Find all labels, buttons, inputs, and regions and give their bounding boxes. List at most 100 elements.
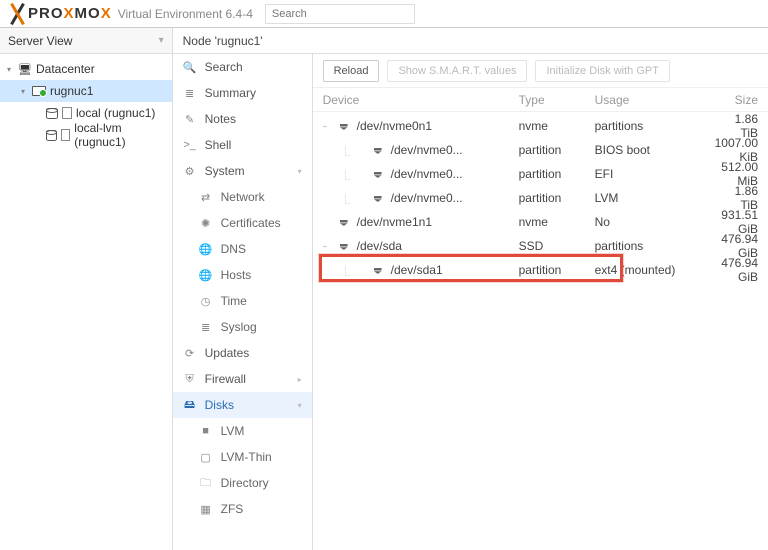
nav-syslog[interactable]: ≣Syslog: [173, 314, 312, 340]
globe-icon: 🌐: [199, 243, 213, 256]
cell-size: 476.94 GiB: [715, 256, 758, 284]
view-selector-label: Server View: [8, 34, 72, 48]
nav-updates[interactable]: ⟳Updates: [173, 340, 312, 366]
nav-system[interactable]: ⚙System▾: [173, 158, 312, 184]
shell-icon: >_: [183, 139, 197, 151]
cell-type: nvme: [519, 215, 595, 229]
highlight-annotation: [319, 254, 623, 282]
storage-icon: [46, 130, 57, 141]
nav-directory[interactable]: 🗀Directory: [173, 470, 312, 496]
nav-certificates[interactable]: ✺Certificates: [173, 210, 312, 236]
disks-grid: Device Type Usage Size –/dev/nvme0n1nvme…: [313, 88, 768, 550]
doc-icon: [61, 129, 70, 141]
clock-icon: ◷: [199, 295, 213, 308]
logo-text: PROXMOX: [28, 5, 112, 22]
drive-icon: [337, 239, 351, 253]
cell-type: SSD: [519, 239, 595, 253]
hosts-icon: 🌐: [199, 269, 213, 282]
tree-node-rugnuc1[interactable]: ▾ rugnuc1: [0, 80, 172, 102]
disk-icon: 🖴: [183, 396, 197, 415]
nav-zfs[interactable]: ▦ZFS: [173, 496, 312, 522]
nav-notes[interactable]: ✎Notes: [173, 106, 312, 132]
notes-icon: ✎: [183, 113, 197, 126]
logo-mark-icon: [6, 3, 28, 25]
cell-type: partition: [519, 167, 595, 181]
storage-icon: [46, 108, 58, 119]
caret-icon: ▾: [18, 87, 28, 96]
caret-icon: –: [323, 242, 331, 251]
tree-label: Datacenter: [36, 62, 95, 76]
chevron-down-icon: ▾: [298, 401, 302, 410]
cell-type: partition: [519, 191, 595, 205]
tree-label: local (rugnuc1): [76, 106, 155, 120]
square-icon: ■: [199, 425, 213, 437]
smart-button[interactable]: Show S.M.A.R.T. values: [387, 60, 527, 82]
nav-summary[interactable]: ≣Summary: [173, 80, 312, 106]
disk-row[interactable]: ⎿/dev/nvme0...partitionLVM1.86 TiB: [313, 184, 768, 208]
reload-button[interactable]: Reload: [323, 60, 380, 82]
search-icon: 🔍: [183, 61, 197, 74]
caret-icon: ▾: [4, 65, 14, 74]
device-path: /dev/nvme0...: [391, 143, 463, 157]
tree-datacenter[interactable]: ▾ Datacenter: [0, 58, 172, 80]
nav-network[interactable]: ⇄Network: [173, 184, 312, 210]
view-selector[interactable]: Server View ▾: [0, 28, 172, 54]
cell-usage: LVM: [595, 191, 715, 205]
nav-lvm[interactable]: ■LVM: [173, 418, 312, 444]
top-bar: PROXMOX Virtual Environment 6.4-4: [0, 0, 768, 28]
nav-shell[interactable]: >_Shell: [173, 132, 312, 158]
network-icon: ⇄: [199, 191, 213, 204]
disk-row[interactable]: ⎿/dev/nvme0...partitionEFI512.00 MiB: [313, 160, 768, 184]
left-column: Server View ▾ ▾ Datacenter ▾ rugnuc1 loc…: [0, 28, 173, 550]
col-device[interactable]: Device: [323, 93, 519, 107]
toolbar: Reload Show S.M.A.R.T. values Initialize…: [313, 54, 768, 88]
disk-row[interactable]: ⎿/dev/nvme0...partitionBIOS boot1007.00 …: [313, 136, 768, 160]
device-path: /dev/nvme0...: [391, 167, 463, 181]
shield-icon: ⛨: [183, 373, 197, 386]
refresh-icon: ⟳: [183, 347, 197, 360]
drive-icon: [371, 167, 385, 181]
summary-icon: ≣: [183, 87, 197, 100]
chevron-down-icon: ▾: [298, 167, 302, 176]
device-path: /dev/nvme0...: [391, 191, 463, 205]
cell-usage: partitions: [595, 239, 715, 253]
folder-icon: 🗀: [199, 474, 213, 493]
search-input[interactable]: [265, 4, 415, 24]
resource-tree: ▾ Datacenter ▾ rugnuc1 local (rugnuc1) l…: [0, 54, 172, 150]
col-size[interactable]: Size: [715, 93, 758, 107]
disks-panel: Reload Show S.M.A.R.T. values Initialize…: [313, 54, 768, 550]
disk-row[interactable]: –/dev/sdaSSDpartitions476.94 GiB: [313, 232, 768, 256]
grid-header: Device Type Usage Size: [313, 88, 768, 112]
nav-hosts[interactable]: 🌐Hosts: [173, 262, 312, 288]
nav-lvm-thin[interactable]: ▢LVM-Thin: [173, 444, 312, 470]
col-type[interactable]: Type: [519, 93, 595, 107]
gear-icon: ⚙: [183, 165, 197, 178]
breadcrumb: Node 'rugnuc1': [173, 28, 768, 54]
nav-time[interactable]: ◷Time: [173, 288, 312, 314]
nav-dns[interactable]: 🌐DNS: [173, 236, 312, 262]
tree-label: rugnuc1: [50, 84, 93, 98]
col-usage[interactable]: Usage: [595, 93, 715, 107]
disk-row[interactable]: –/dev/nvme0n1nvmepartitions1.86 TiB: [313, 112, 768, 136]
side-nav: 🔍Search ≣Summary ✎Notes >_Shell ⚙System▾…: [173, 54, 313, 550]
nav-search[interactable]: 🔍Search: [173, 54, 312, 80]
node-icon: [32, 86, 46, 96]
disk-row[interactable]: /dev/nvme1n1nvmeNo931.51 GiB: [313, 208, 768, 232]
tree-storage-local-lvm[interactable]: local-lvm (rugnuc1): [0, 124, 172, 146]
drive-icon: [371, 191, 385, 205]
device-path: /dev/sda: [357, 239, 402, 253]
init-gpt-button[interactable]: Initialize Disk with GPT: [535, 60, 669, 82]
global-search: [265, 4, 415, 24]
drive-icon: [337, 215, 351, 229]
cell-usage: EFI: [595, 167, 715, 181]
nav-firewall[interactable]: ⛨Firewall▸: [173, 366, 312, 392]
square-outline-icon: ▢: [199, 451, 213, 464]
grid-icon: ▦: [199, 503, 213, 516]
version-label: Virtual Environment 6.4-4: [118, 7, 253, 21]
nav-disks[interactable]: 🖴Disks▾: [173, 392, 312, 418]
device-path: /dev/nvme1n1: [357, 215, 432, 229]
breadcrumb-text: Node 'rugnuc1': [183, 34, 263, 48]
cell-type: partition: [519, 143, 595, 157]
drive-icon: [337, 119, 351, 133]
chevron-down-icon: ▾: [159, 35, 164, 46]
